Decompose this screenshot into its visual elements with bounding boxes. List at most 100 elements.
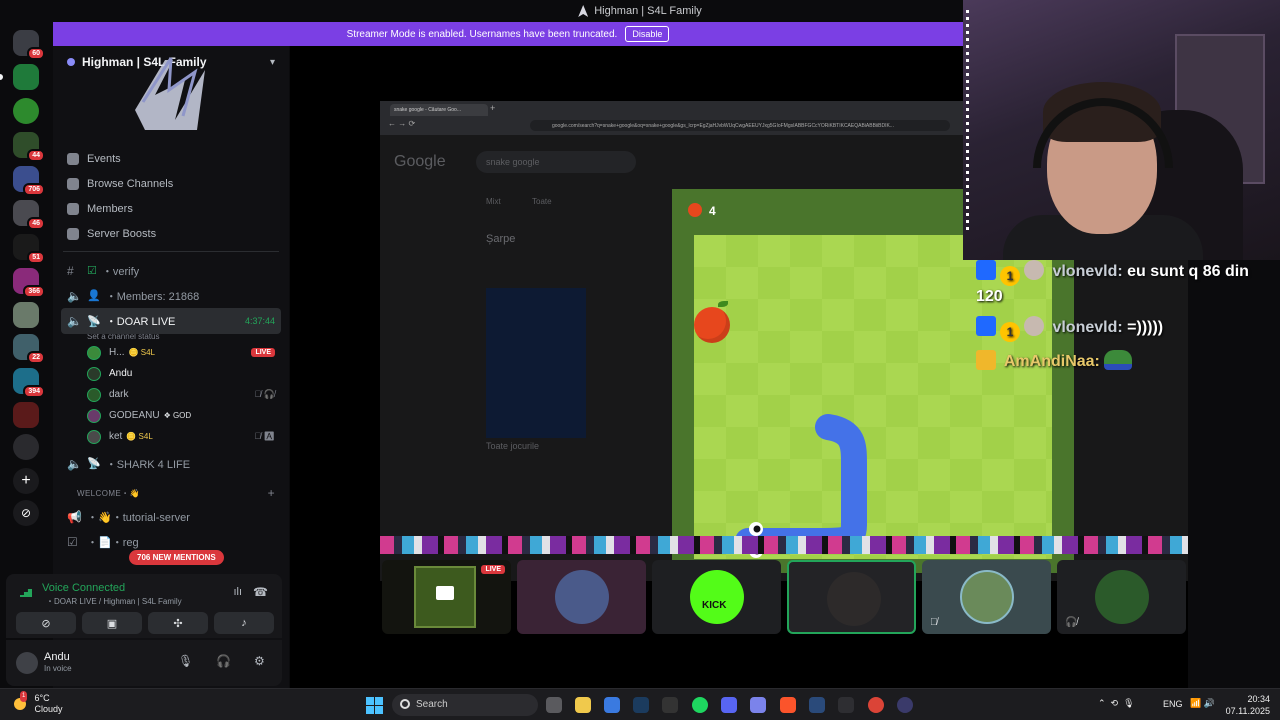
nav-browse-channels[interactable]: Browse Channels xyxy=(53,171,289,196)
person-icon: 👤 xyxy=(87,290,101,302)
spotify-icon[interactable] xyxy=(692,697,708,713)
voice-timer: 4:37:44 xyxy=(244,316,275,326)
avatar[interactable] xyxy=(16,652,38,674)
participant-tile[interactable]: LIVE xyxy=(382,560,511,634)
app-icon[interactable] xyxy=(897,697,913,713)
voice-member[interactable]: dark 🎙̸ 🎧̸ xyxy=(53,384,289,405)
avatar xyxy=(555,570,609,624)
noise-suppression-icon[interactable]: ılı xyxy=(233,586,242,598)
nav-arrows-icon: ← → ⟳ xyxy=(388,119,416,128)
channel-verify[interactable]: # ☑ ・verify xyxy=(53,258,289,283)
disable-button[interactable]: Disable xyxy=(625,26,670,42)
server-icon[interactable] xyxy=(13,98,39,124)
server-icon[interactable] xyxy=(13,402,39,428)
teams-icon[interactable] xyxy=(750,697,766,713)
new-mentions-pill[interactable]: 706 NEW MENTIONS xyxy=(129,550,224,565)
server-badge: 44 xyxy=(27,149,45,162)
screen-share-button[interactable]: ▣ xyxy=(82,612,142,634)
server-icon[interactable]: 366 xyxy=(13,268,45,298)
category-welcome[interactable]: WELCOME・👋 + xyxy=(53,482,289,504)
chrome-icon[interactable] xyxy=(868,697,884,713)
gear-icon[interactable]: ⚙ xyxy=(254,654,265,668)
discover-icon[interactable]: ⊘ xyxy=(13,500,39,526)
soundboard-button[interactable]: ♪ xyxy=(214,612,274,634)
member-name: GODEANU xyxy=(109,410,160,421)
tray-icons[interactable]: ⌃ ⟲ 🎙 xyxy=(1098,698,1135,709)
banner-text: Streamer Mode is enabled. Usernames have… xyxy=(346,28,618,40)
nav-events[interactable]: Events xyxy=(53,146,289,171)
participant-tile[interactable]: 🎙̸ xyxy=(922,560,1051,634)
voice-member[interactable]: Andu xyxy=(53,363,289,384)
server-icon-active[interactable]: 706 xyxy=(13,166,45,196)
brave-icon[interactable] xyxy=(780,697,796,713)
windows-taskbar: 1 6°C Cloudy Search ⌃ ⟲ 🎙 ENG 📶 🔊 20:34 … xyxy=(0,688,1280,720)
voice-member[interactable]: H... 🪙 S4L LIVE xyxy=(53,342,289,363)
disconnect-icon[interactable]: ☎ xyxy=(253,585,268,599)
file-explorer-icon[interactable] xyxy=(575,697,591,713)
nav-server-boosts[interactable]: Server Boosts xyxy=(53,221,289,246)
nav-members[interactable]: Members xyxy=(53,196,289,221)
home-server-icon[interactable]: 60 xyxy=(13,30,45,60)
speaker-icon: 🔈 xyxy=(67,288,82,303)
voice-member[interactable]: GODEANU ❖ GOD xyxy=(53,405,289,426)
google-logo: Google xyxy=(394,153,446,170)
server-icon[interactable] xyxy=(13,434,39,460)
channel-members-count[interactable]: 🔈 👤 ・Members: 21868 xyxy=(53,283,289,308)
terminal-icon[interactable] xyxy=(838,697,854,713)
chat-text: =))))) xyxy=(1127,319,1164,336)
windows-start-icon[interactable] xyxy=(366,697,383,714)
channel-tutorial-server[interactable]: 📢 ・👋・tutorial-server xyxy=(53,504,289,529)
app-logo-icon xyxy=(578,5,589,17)
unread-pill xyxy=(0,74,3,80)
channel-shark-4-life[interactable]: 🔈 📡 ・SHARK 4 LIFE xyxy=(53,451,289,476)
store-icon[interactable] xyxy=(604,697,620,713)
epic-games-icon[interactable] xyxy=(662,697,678,713)
server-icon[interactable]: 46 xyxy=(13,200,45,230)
discord-icon[interactable] xyxy=(721,697,737,713)
browser-tab: snake google - Căutare Goo... xyxy=(390,104,488,116)
camera-off-button[interactable]: ⊘ xyxy=(16,612,76,634)
user-panel: Andu In voice 🎙 🎧 ⚙ xyxy=(6,640,282,686)
clock[interactable]: 20:34 07.11.2025 xyxy=(1226,693,1270,717)
avatar xyxy=(960,570,1014,624)
headphones-icon[interactable]: 🎧 xyxy=(216,654,231,668)
participant-tile[interactable]: 🎧̸ xyxy=(1057,560,1186,634)
voice-channel-path[interactable]: ・DOAR LIVE / Highman | S4L Family xyxy=(46,596,182,607)
server-icon[interactable]: 22 xyxy=(13,334,45,364)
participant-tile[interactable] xyxy=(517,560,646,634)
camera-off-icon: ⊘ xyxy=(41,617,51,630)
server-icon[interactable] xyxy=(13,302,39,328)
led-lights xyxy=(966,10,969,230)
voice-member[interactable]: ket 🪙 S4L 🎙̸ 🅰 xyxy=(53,426,289,447)
add-server-icon[interactable]: + xyxy=(13,468,39,494)
add-channel-icon[interactable]: + xyxy=(268,486,275,500)
avatar xyxy=(87,429,101,444)
activities-icon: ✣ xyxy=(173,617,183,630)
steam-icon[interactable] xyxy=(633,697,649,713)
network-volume-icons[interactable]: 📶 🔊 xyxy=(1190,698,1215,709)
participant-tile[interactable]: KICK xyxy=(652,560,781,634)
server-icon[interactable]: 44 xyxy=(13,132,45,162)
taskbar-search[interactable]: Search xyxy=(392,694,538,716)
knowledge-title: Șarpe xyxy=(486,233,516,245)
chat-overlay: 1 vlonevld: eu sunt q 86 din 120 1 vlone… xyxy=(976,260,1276,381)
chat-username: AmAndiNaa: xyxy=(1003,353,1100,370)
members-icon xyxy=(67,202,79,215)
activities-button[interactable]: ✣ xyxy=(148,612,208,634)
task-view-icon[interactable] xyxy=(546,697,562,713)
channel-doar-live[interactable]: 🔈 📡 ・DOAR LIVE 4:37:44 xyxy=(61,308,281,334)
weather-widget[interactable]: 1 6°C Cloudy xyxy=(14,691,63,715)
avatar xyxy=(827,572,881,626)
hash-icon: # xyxy=(67,263,74,278)
rules-icon: ☑ xyxy=(67,534,78,549)
server-icon[interactable]: 394 xyxy=(13,368,45,398)
participant-tile-active[interactable] xyxy=(787,560,916,634)
server-icon-godeanu[interactable] xyxy=(13,64,39,90)
language-indicator[interactable]: ENG xyxy=(1163,699,1183,709)
pepe-emote-icon xyxy=(1104,350,1133,370)
avatar xyxy=(1095,570,1149,624)
server-icon[interactable]: 51 xyxy=(13,234,45,264)
microphone-icon[interactable]: 🎙 xyxy=(178,654,193,668)
steam-icon[interactable] xyxy=(809,697,825,713)
voice-status[interactable]: Voice Connected xyxy=(42,582,125,594)
